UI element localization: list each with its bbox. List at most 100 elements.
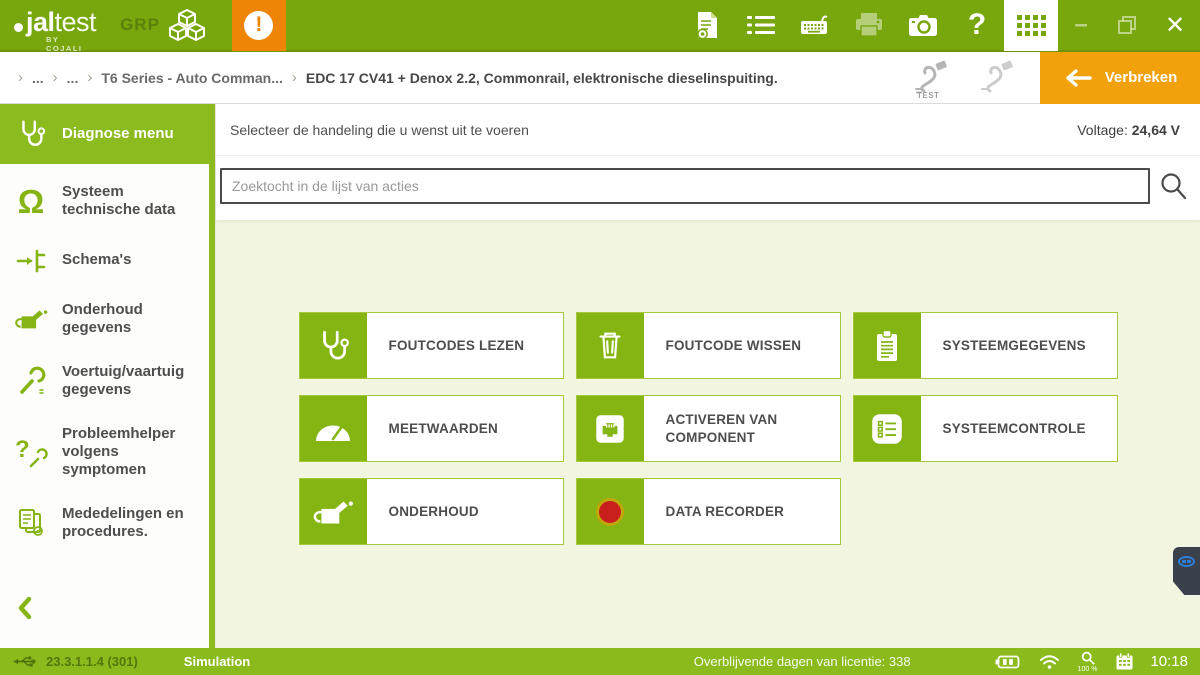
search-icon[interactable]: [1158, 171, 1188, 201]
sidebar-item-diagnose-menu[interactable]: Diagnose menu: [0, 104, 209, 164]
grp-label[interactable]: GRP: [120, 15, 160, 35]
action-label: SYSTEEMGEGEVENS: [921, 313, 1094, 378]
action-data-recorder[interactable]: DATA RECORDER: [576, 478, 841, 545]
oil-can-icon: [13, 307, 49, 331]
wifi-indicator[interactable]: [1039, 654, 1060, 670]
cubes-icon: [167, 8, 207, 42]
magnifier-icon: [1081, 651, 1095, 665]
keyboard-button[interactable]: [788, 0, 842, 51]
sidebar-collapse-button[interactable]: [18, 597, 32, 624]
chevron-sep-icon: ›: [292, 69, 297, 86]
sidebar-item-label: Systeem technische data: [62, 183, 201, 219]
main-panel: Selecteer de handeling die u wenst uit t…: [215, 104, 1200, 648]
sidebar-item-label: Probleemhelper volgens symptomen: [62, 425, 201, 479]
jaltest-link-icon[interactable]: [974, 56, 1026, 100]
list-button[interactable]: [734, 0, 788, 51]
question-wrench-icon: ?: [13, 436, 49, 468]
battery-icon: [995, 654, 1021, 670]
breadcrumb: › ... › ... › T6 Series - Auto Comman...…: [0, 69, 778, 86]
action-foutcodes-lezen[interactable]: FOUTCODES LEZEN: [299, 312, 564, 379]
action-label: SYSTEEMCONTROLE: [921, 396, 1094, 461]
chevron-sep-icon: ›: [18, 69, 23, 86]
breadcrumb-bar: › ... › ... › T6 Series - Auto Comman...…: [0, 52, 1200, 104]
disconnect-label: Verbreken: [1105, 69, 1178, 86]
license-days-label: Overblijvende dagen van licentie: 338: [694, 654, 911, 669]
sidebar-item-probleemhelper[interactable]: ? Probleemhelper volgens symptomen: [0, 412, 209, 492]
test-connector-label: TEST: [917, 91, 939, 100]
action-foutcode-wissen[interactable]: FOUTCODE WISSEN: [576, 312, 841, 379]
sidebar-item-label: Voertuig/vaartuig gegevens: [62, 363, 201, 399]
clipboard-icon: [854, 313, 921, 378]
chevron-sep-icon: ›: [53, 69, 58, 86]
breadcrumb-item[interactable]: ...: [67, 70, 79, 86]
back-arrow-icon: [1063, 67, 1093, 89]
apps-grid-button[interactable]: [1004, 0, 1058, 51]
logo-byline: BY COJALI: [46, 35, 96, 53]
exclamation-icon: !: [244, 11, 273, 40]
jaltest-link-test-icon[interactable]: TEST: [908, 56, 960, 100]
action-activeren-van-component[interactable]: ACTIVEREN VAN COMPONENT: [576, 395, 841, 462]
sidebar-item-systeem-technische-data[interactable]: Ω Systeem technische data: [0, 170, 209, 232]
status-bar: 23.3.1.1.4 (301) Simulation Overblijvend…: [0, 648, 1200, 675]
jaltest-logo[interactable]: jaltest BY COJALI: [14, 0, 96, 51]
list-icon: [747, 14, 775, 36]
simulation-mode-label: Simulation: [184, 654, 250, 669]
breadcrumb-item[interactable]: ...: [32, 70, 44, 86]
sidebar-item-label: Diagnose menu: [62, 125, 174, 143]
calendar-icon: [1115, 652, 1134, 671]
schematic-icon: [13, 245, 49, 275]
alert-button[interactable]: !: [232, 0, 286, 51]
connector-icon: [577, 396, 644, 461]
keyboard-icon: [800, 12, 830, 38]
sidebar-item-onderhoud-gegevens[interactable]: Onderhoud gegevens: [0, 288, 209, 350]
restore-button[interactable]: [1104, 0, 1150, 51]
help-button[interactable]: ?: [950, 0, 1004, 51]
print-button[interactable]: [842, 0, 896, 51]
action-label: ONDERHOUD: [367, 479, 487, 544]
connection-status-icons: TEST: [908, 56, 1026, 100]
voltage-readout: Voltage: 24,64 V: [1077, 122, 1180, 138]
printer-icon: [854, 12, 884, 38]
teamviewer-icon: [1178, 556, 1195, 567]
sidebar: Diagnose menu Ω Systeem technische data …: [0, 104, 215, 648]
usb-icon: [12, 654, 36, 669]
gauge-icon: [300, 396, 367, 461]
modules-cubes-button[interactable]: [160, 0, 214, 51]
calendar-button[interactable]: [1115, 652, 1134, 671]
voltage-value: 24,64 V: [1132, 122, 1180, 138]
action-systeemgegevens[interactable]: SYSTEEMGEGEVENS: [853, 312, 1118, 379]
close-button[interactable]: ✕: [1150, 0, 1200, 51]
action-label: FOUTCODES LEZEN: [367, 313, 533, 378]
record-icon: [577, 479, 644, 544]
chevron-left-icon: [18, 597, 32, 619]
search-input[interactable]: [220, 168, 1150, 204]
action-label: MEETWAARDEN: [367, 396, 506, 461]
breadcrumb-item-system-group[interactable]: T6 Series - Auto Comman...: [101, 70, 283, 86]
action-label: DATA RECORDER: [644, 479, 793, 544]
close-icon: ✕: [1165, 11, 1185, 40]
chevron-sep-icon: ›: [87, 69, 92, 86]
version-label: 23.3.1.1.4 (301): [46, 654, 138, 669]
stethoscope-icon: [300, 313, 367, 378]
action-label: ACTIVEREN VAN COMPONENT: [644, 396, 840, 461]
wrench-icon: [13, 366, 49, 396]
sidebar-item-label: Schema's: [62, 251, 131, 269]
action-grid: FOUTCODES LEZEN FOUTCODE WISSEN: [299, 312, 1118, 648]
action-meetwaarden[interactable]: MEETWAARDEN: [299, 395, 564, 462]
minimize-button[interactable]: –: [1058, 0, 1104, 51]
minimize-icon: –: [1074, 11, 1087, 39]
action-prompt: Selecteer de handeling die u wenst uit t…: [230, 122, 529, 138]
zoom-control[interactable]: 100 %: [1078, 651, 1098, 673]
sidebar-item-label: Mededelingen en procedures.: [62, 505, 201, 541]
report-button[interactable]: [680, 0, 734, 51]
question-mark-icon: ?: [968, 8, 986, 42]
action-onderhoud[interactable]: ONDERHOUD: [299, 478, 564, 545]
battery-indicator[interactable]: [995, 654, 1021, 670]
disconnect-button[interactable]: Verbreken: [1040, 52, 1200, 104]
trash-icon: [577, 313, 644, 378]
action-systeemcontrole[interactable]: SYSTEEMCONTROLE: [853, 395, 1118, 462]
sidebar-item-schemas[interactable]: Schema's: [0, 232, 209, 288]
screenshot-button[interactable]: [896, 0, 950, 51]
sidebar-item-mededelingen[interactable]: Mededelingen en procedures.: [0, 492, 209, 554]
sidebar-item-voertuig-gegevens[interactable]: Voertuig/vaartuig gegevens: [0, 350, 209, 412]
